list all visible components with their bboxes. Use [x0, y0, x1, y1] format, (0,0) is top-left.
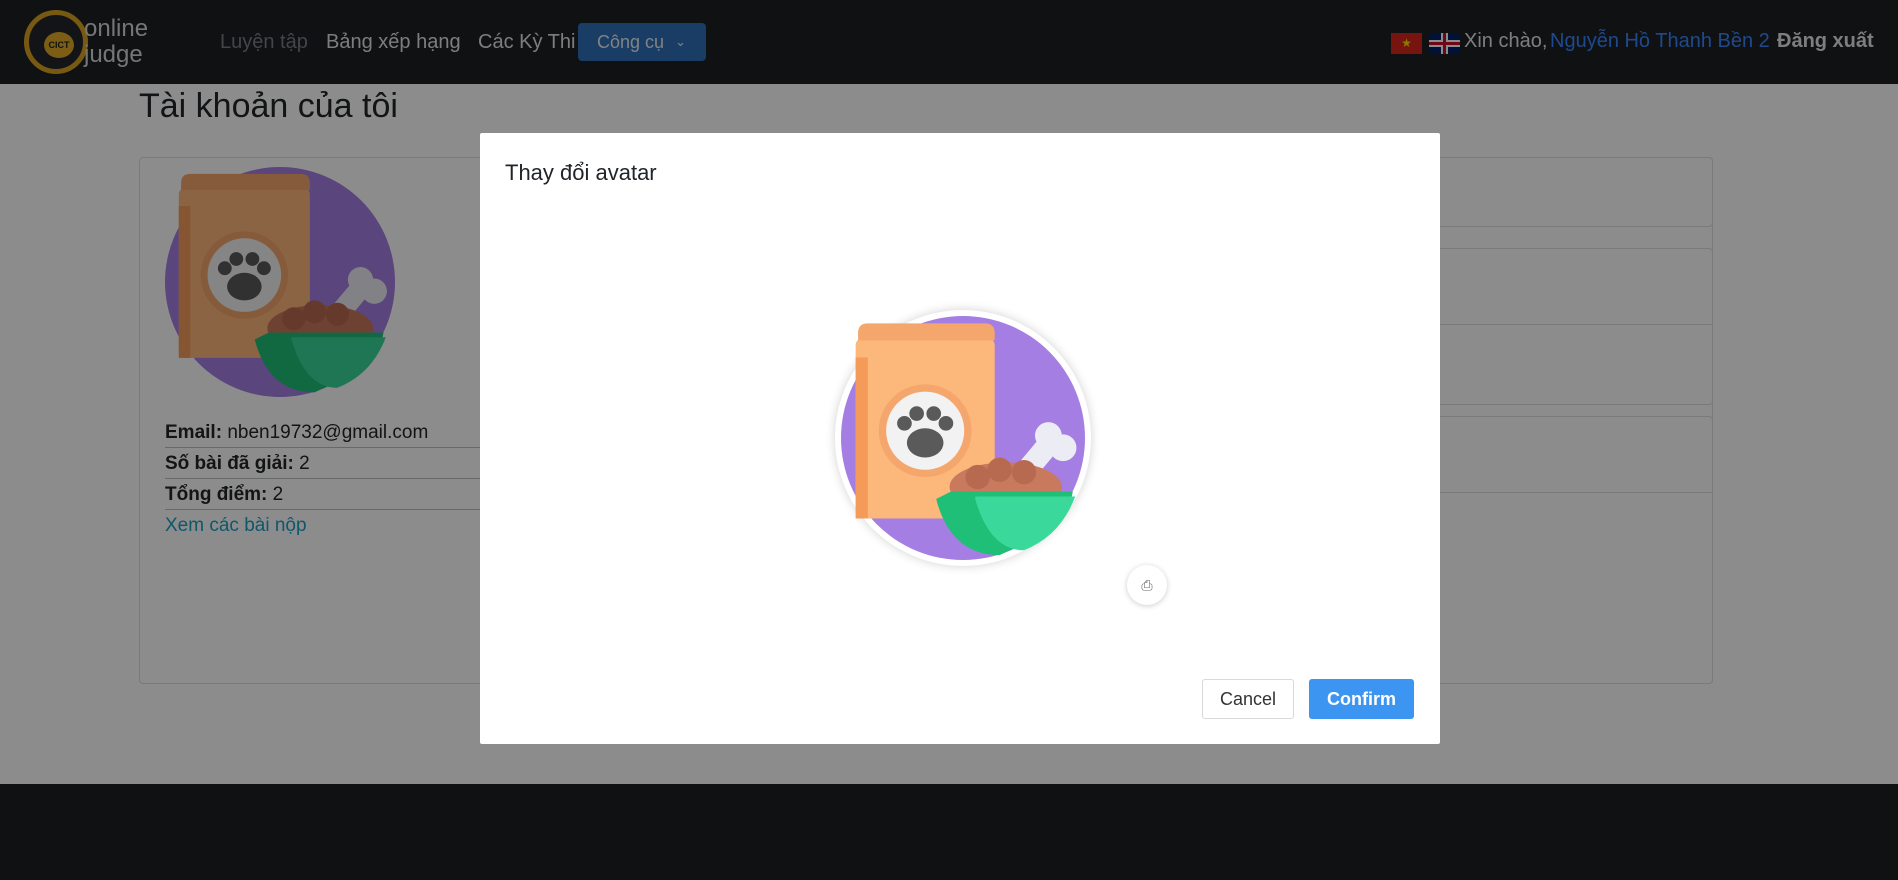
upload-icon[interactable]: ⎙ [1127, 565, 1167, 605]
confirm-button[interactable]: Confirm [1309, 679, 1414, 719]
cancel-button[interactable]: Cancel [1202, 679, 1294, 719]
modal-title: Thay đổi avatar [505, 160, 657, 185]
avatar-preview [835, 310, 1091, 566]
change-avatar-modal: Thay đổi avatar ⎙ Cancel Confirm [480, 133, 1440, 744]
avatar-preview-image [841, 316, 1085, 560]
